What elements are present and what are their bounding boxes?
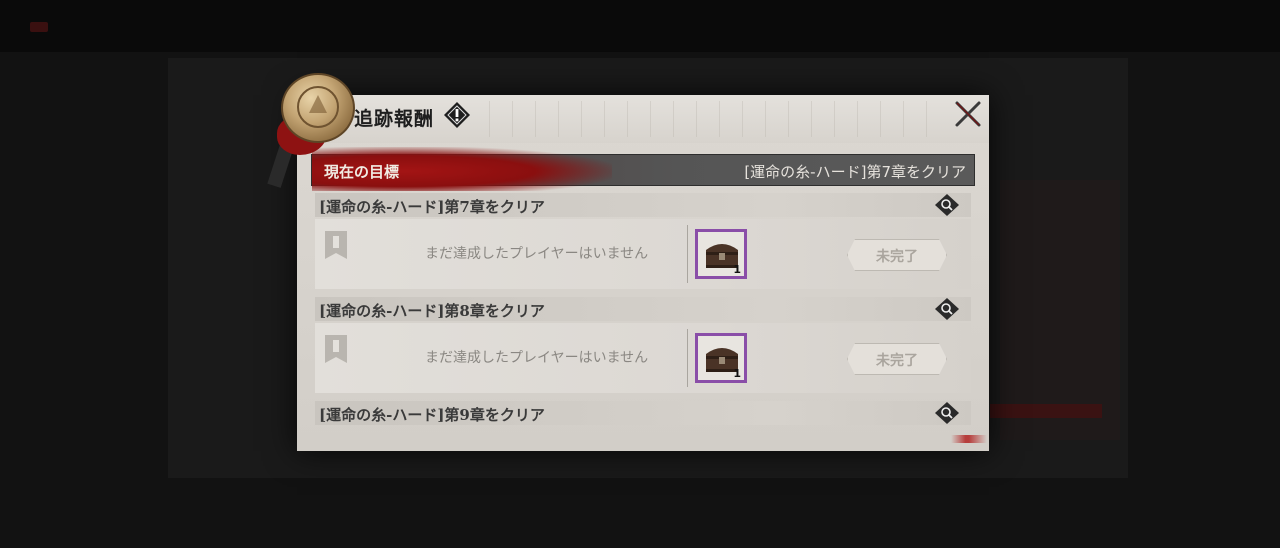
seal-icon bbox=[281, 73, 355, 143]
reward-count: 1 bbox=[733, 367, 741, 380]
info-icon[interactable] bbox=[443, 101, 471, 129]
status-button[interactable]: 未完了 bbox=[847, 239, 947, 271]
no-player-text: まだ達成したプレイヤーはいません bbox=[425, 246, 649, 262]
entry-title: [運命の糸-ハード]第8章をクリア bbox=[319, 302, 545, 320]
status-label: 未完了 bbox=[876, 249, 918, 265]
magnifier-icon[interactable] bbox=[935, 402, 959, 424]
magnifier-icon[interactable] bbox=[935, 194, 959, 216]
background-red-bar bbox=[990, 404, 1102, 418]
reward-item[interactable]: 1 bbox=[695, 333, 747, 383]
status-label: 未完了 bbox=[876, 353, 918, 369]
rank-banner-icon bbox=[323, 333, 349, 367]
status-button[interactable]: 未完了 bbox=[847, 343, 947, 375]
rank-banner-icon bbox=[323, 229, 349, 263]
entry-body: まだ達成したプレイヤーはいません 1 未完了 bbox=[315, 323, 971, 393]
objective-value: [運命の糸-ハード]第7章をクリア bbox=[744, 163, 966, 181]
divider bbox=[687, 225, 688, 283]
entry-header: [運命の糸-ハード]第9章をクリア bbox=[315, 401, 971, 425]
corner-decoration bbox=[951, 435, 987, 443]
entry-header: [運命の糸-ハード]第8章をクリア bbox=[315, 297, 971, 321]
reward-item[interactable]: 1 bbox=[695, 229, 747, 279]
list-item: [運命の糸-ハード]第9章をクリア bbox=[315, 401, 971, 443]
background-side-panel bbox=[1000, 180, 1120, 440]
list-item: [運命の糸-ハード]第7章をクリア まだ達成したプレイヤーはいません 1 未完了 bbox=[315, 193, 971, 297]
close-icon[interactable] bbox=[953, 99, 983, 129]
tracking-rewards-modal: 追跡報酬 現在の目標 [運命の糸-ハード]第7章をクリア [運命の糸-ハード]第… bbox=[267, 73, 989, 451]
no-player-text: まだ達成したプレイヤーはいません bbox=[425, 350, 649, 366]
background-topbar bbox=[0, 0, 1280, 52]
current-objective-bar: 現在の目標 [運命の糸-ハード]第7章をクリア bbox=[311, 147, 975, 191]
reward-count: 1 bbox=[733, 263, 741, 276]
entry-title: [運命の糸-ハード]第9章をクリア bbox=[319, 406, 545, 424]
entry-header: [運命の糸-ハード]第7章をクリア bbox=[315, 193, 971, 217]
header-pattern bbox=[467, 101, 947, 137]
entry-body: まだ達成したプレイヤーはいません 1 未完了 bbox=[315, 219, 971, 289]
magnifier-icon[interactable] bbox=[935, 298, 959, 320]
divider bbox=[687, 329, 688, 387]
list-item: [運命の糸-ハード]第8章をクリア まだ達成したプレイヤーはいません 1 未完了 bbox=[315, 297, 971, 401]
modal-title: 追跡報酬 bbox=[354, 108, 435, 130]
reward-list[interactable]: [運命の糸-ハード]第7章をクリア まだ達成したプレイヤーはいません 1 未完了… bbox=[315, 193, 971, 443]
entry-title: [運命の糸-ハード]第7章をクリア bbox=[319, 198, 545, 216]
background-indicator bbox=[30, 22, 48, 32]
objective-label: 現在の目標 bbox=[324, 163, 400, 181]
